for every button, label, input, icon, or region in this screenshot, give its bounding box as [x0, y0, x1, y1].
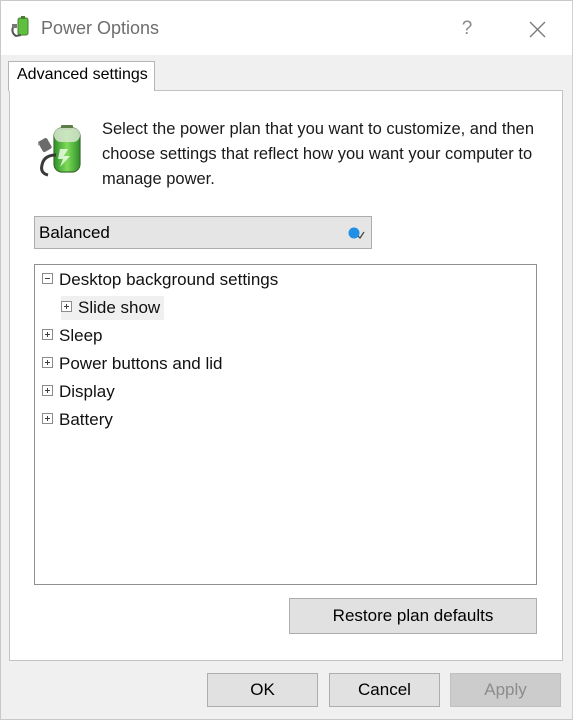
- tree-item-sleep[interactable]: Sleep: [42, 324, 102, 348]
- expand-icon[interactable]: [42, 357, 53, 369]
- settings-tree[interactable]: Desktop background settings Slide show S…: [34, 264, 537, 585]
- power-plan-icon: [11, 16, 29, 38]
- close-button[interactable]: [515, 9, 559, 49]
- expand-icon[interactable]: [42, 413, 53, 425]
- tree-item-slide-show[interactable]: Slide show: [61, 296, 165, 320]
- cancel-button[interactable]: Cancel: [329, 673, 440, 707]
- ok-button[interactable]: OK: [207, 673, 318, 707]
- expand-icon[interactable]: [42, 329, 53, 341]
- power-options-dialog: Power Options ? Advanced settings Select…: [0, 0, 573, 720]
- tab-advanced-settings[interactable]: Advanced settings: [8, 61, 155, 91]
- apply-button[interactable]: Apply: [450, 673, 561, 707]
- tree-item-display[interactable]: Display: [42, 380, 115, 404]
- power-plan-select[interactable]: Balanced: [34, 216, 372, 249]
- tree-item-power-buttons[interactable]: Power buttons and lid: [42, 352, 223, 376]
- close-icon: [529, 21, 546, 38]
- help-button[interactable]: ?: [449, 9, 485, 49]
- window-title: Power Options: [41, 18, 160, 38]
- plan-description: Select the power plan that you want to c…: [102, 120, 535, 188]
- expand-icon[interactable]: [42, 385, 53, 397]
- battery-plug-icon: [38, 125, 81, 177]
- tree-item-battery[interactable]: Battery: [42, 408, 113, 432]
- expand-icon[interactable]: [61, 301, 72, 313]
- plan-select-value: Balanced: [39, 223, 110, 242]
- active-plan-check-icon: [348, 227, 365, 239]
- title-bar: Power Options ?: [1, 1, 572, 55]
- restore-plan-defaults-button[interactable]: Restore plan defaults: [289, 598, 537, 634]
- tree-item-desktop-background[interactable]: Desktop background settings: [42, 268, 278, 292]
- advanced-settings-panel: Select the power plan that you want to c…: [9, 90, 563, 661]
- collapse-icon[interactable]: [42, 273, 53, 285]
